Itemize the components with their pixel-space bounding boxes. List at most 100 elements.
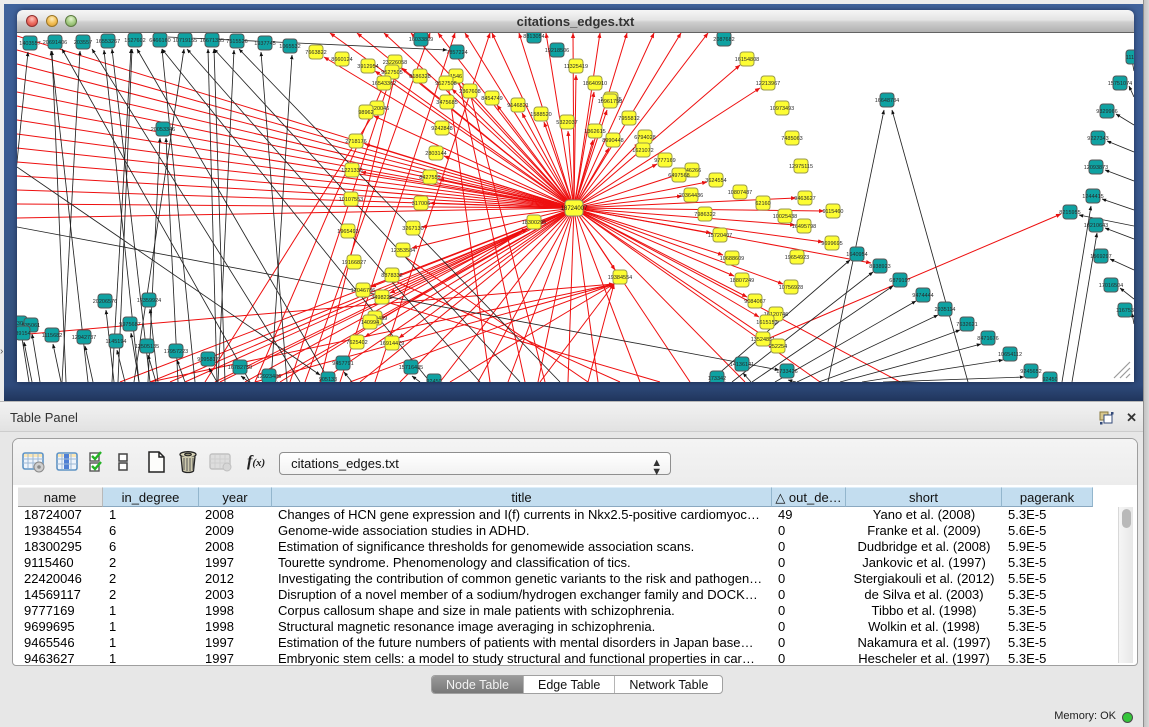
svg-text:6794028: 6794028 [634, 135, 655, 141]
svg-text:1640954: 1640954 [846, 252, 867, 258]
svg-text:18807249: 18807249 [730, 278, 754, 284]
svg-text:9227343: 9227343 [1087, 136, 1108, 142]
svg-text:15720407: 15720407 [708, 233, 732, 239]
svg-text:1615152: 1615152 [756, 320, 777, 326]
svg-text:7986322: 7986322 [694, 212, 715, 218]
svg-text:9777169: 9777169 [654, 158, 675, 164]
svg-text:116753: 116753 [1116, 308, 1134, 314]
svg-text:18300295: 18300295 [522, 220, 546, 226]
svg-text:18640910: 18640910 [583, 81, 607, 87]
svg-text:9527505: 9527505 [381, 70, 402, 76]
svg-text:6497568: 6497568 [668, 173, 689, 179]
svg-text:12975115: 12975115 [789, 164, 813, 170]
svg-text:16543362: 16543362 [372, 81, 396, 87]
svg-text:16495798: 16495798 [792, 224, 816, 230]
svg-text:17016504: 17016504 [1099, 283, 1123, 289]
svg-text:20691406: 20691406 [43, 40, 67, 46]
svg-text:8938923: 8938923 [869, 264, 890, 270]
svg-text:12505135: 12505135 [135, 344, 159, 350]
svg-text:9975687: 9975687 [119, 322, 140, 328]
svg-text:19384554: 19384554 [608, 275, 632, 281]
svg-text:7955812: 7955812 [618, 116, 639, 122]
svg-text:173342: 173342 [708, 376, 726, 382]
svg-text:10107553: 10107553 [339, 197, 363, 203]
svg-text:16671355: 16671355 [200, 38, 224, 44]
svg-text:12213967: 12213967 [756, 81, 780, 87]
svg-text:7857224: 7857224 [446, 50, 467, 56]
svg-text:12923486: 12923486 [257, 374, 281, 380]
svg-text:17957223: 17957223 [164, 349, 188, 355]
svg-text:1965493: 1965493 [337, 229, 358, 235]
svg-text:2935114: 2935114 [934, 307, 955, 313]
svg-text:10654112: 10654112 [998, 352, 1022, 358]
svg-text:10756928: 10756928 [779, 285, 803, 291]
svg-text:15751074: 15751074 [1108, 81, 1132, 87]
svg-text:1145194: 1145194 [105, 339, 126, 345]
svg-text:9084067: 9084067 [744, 299, 765, 305]
svg-text:8186328: 8186328 [409, 74, 430, 80]
svg-text:140994: 140994 [361, 320, 379, 326]
svg-text:9457791: 9457791 [332, 361, 353, 367]
svg-text:1065532: 1065532 [279, 44, 300, 50]
svg-text:317006: 317006 [412, 201, 430, 207]
svg-text:9463627: 9463627 [794, 196, 815, 202]
svg-text:3912954: 3912954 [357, 64, 378, 70]
svg-text:16914479: 16914479 [380, 341, 404, 347]
svg-text:1527602: 1527602 [124, 38, 145, 44]
svg-text:9245652: 9245652 [1020, 369, 1041, 375]
svg-text:7632621: 7632621 [956, 322, 977, 328]
svg-text:19218506: 19218506 [545, 48, 569, 54]
svg-text:1569297: 1569297 [1090, 254, 1111, 260]
svg-text:9699695: 9699695 [821, 241, 842, 247]
svg-text:7663822: 7663822 [305, 50, 326, 56]
svg-text:1621072: 1621072 [632, 148, 653, 154]
svg-text:16210643: 16210643 [1084, 223, 1108, 229]
svg-text:39154: 39154 [17, 331, 31, 337]
svg-text:7625402: 7625402 [346, 340, 367, 346]
svg-text:10807487: 10807487 [728, 190, 752, 196]
svg-text:62160: 62160 [755, 201, 770, 207]
svg-text:20206576: 20206576 [93, 299, 117, 305]
svg-text:11178: 11178 [1126, 55, 1134, 61]
svg-text:8990448: 8990448 [602, 138, 623, 144]
svg-text:2367608: 2367608 [459, 89, 480, 95]
svg-text:17359924: 17359924 [137, 298, 161, 304]
svg-text:1244415: 1244415 [1082, 194, 1103, 200]
svg-text:16553267: 16553267 [96, 39, 120, 45]
svg-text:19166827: 19166827 [342, 260, 366, 266]
svg-text:15716485: 15716485 [399, 365, 423, 371]
svg-text:8471676: 8471676 [977, 336, 998, 342]
svg-text:1733426: 1733426 [776, 369, 797, 375]
svg-text:14136141: 14136141 [730, 362, 754, 368]
svg-text:8878332: 8878332 [381, 273, 402, 279]
svg-text:9146821: 9146821 [507, 103, 528, 109]
svg-text:1221336: 1221336 [341, 168, 362, 174]
svg-text:12353584: 12353584 [391, 248, 415, 254]
svg-text:10719155: 10719155 [173, 38, 197, 44]
svg-text:18724007: 18724007 [561, 206, 588, 212]
svg-text:10973493: 10973493 [770, 106, 794, 112]
svg-text:7485063: 7485063 [781, 136, 802, 142]
svg-text:8215955: 8215955 [1059, 210, 1080, 216]
svg-text:1115682: 1115682 [42, 333, 63, 339]
svg-text:9329966: 9329966 [1096, 109, 1117, 115]
svg-text:8813054: 8813054 [523, 34, 544, 40]
svg-text:16782759: 16782759 [228, 365, 252, 371]
svg-text:9095817: 9095817 [197, 357, 218, 363]
svg-text:2803144: 2803144 [425, 151, 446, 157]
svg-text:16154808: 16154808 [735, 57, 759, 63]
svg-text:8660124: 8660124 [331, 57, 352, 63]
svg-text:8427552: 8427552 [419, 175, 440, 181]
svg-text:3475685: 3475685 [436, 100, 457, 106]
svg-text:2718176: 2718176 [345, 139, 366, 145]
svg-text:252254: 252254 [769, 344, 787, 350]
svg-text:10961758: 10961758 [598, 99, 622, 105]
svg-text:905133: 905133 [319, 377, 337, 382]
svg-text:92450: 92450 [426, 379, 441, 382]
svg-text:16033809: 16033809 [409, 37, 433, 43]
svg-text:2087682: 2087682 [713, 37, 734, 43]
svg-text:20053346: 20053346 [151, 127, 175, 133]
svg-text:16648784: 16648784 [875, 98, 899, 104]
svg-text:9242848: 9242848 [431, 126, 452, 132]
svg-text:6466160: 6466160 [149, 38, 170, 44]
